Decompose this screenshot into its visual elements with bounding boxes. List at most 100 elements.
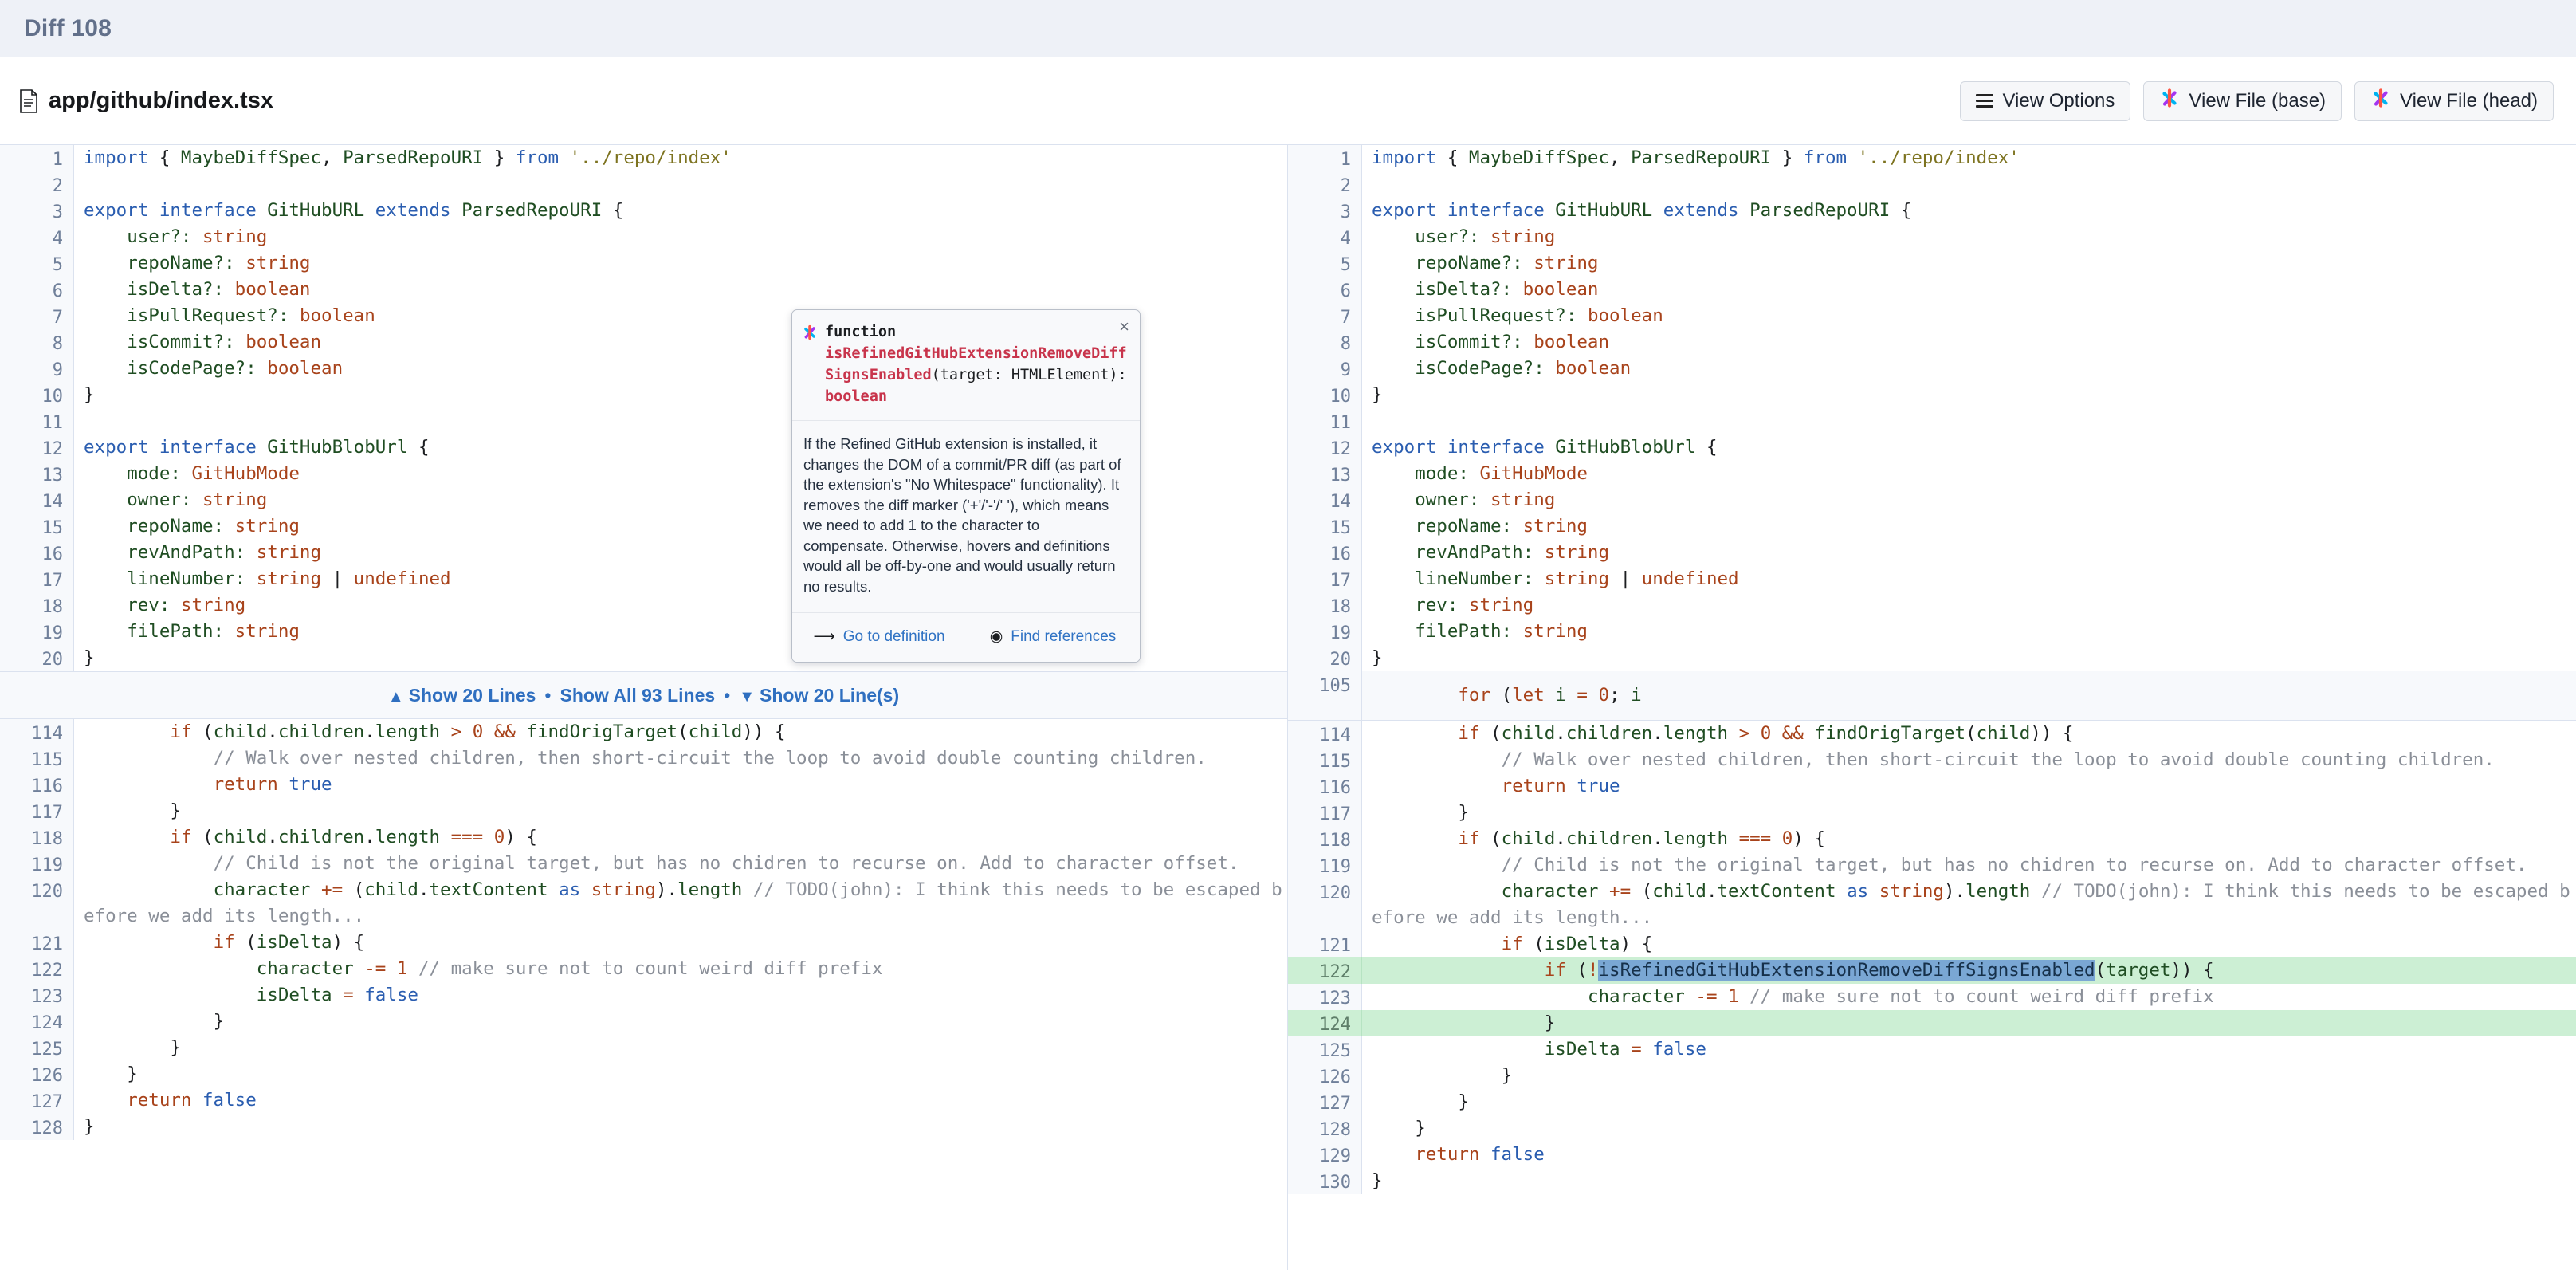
diff-pane-head[interactable]: 1 import { MaybeDiffSpec, ParsedRepoURI }… bbox=[1288, 145, 2576, 1270]
diff-line-row[interactable]: 1 import { MaybeDiffSpec, ParsedRepoURI }… bbox=[0, 145, 1287, 171]
diff-line-row[interactable]: 114 if (child.children.length > 0 && fin… bbox=[0, 719, 1287, 745]
code-line[interactable]: } bbox=[1362, 1115, 2576, 1142]
code-line[interactable]: } bbox=[1362, 645, 2576, 671]
diff-line-row[interactable]: 15 repoName: string bbox=[1288, 513, 2576, 540]
code-line[interactable]: return false bbox=[74, 1087, 1287, 1114]
code-line[interactable]: if (child.children.length === 0) { bbox=[1362, 826, 2576, 852]
code-line[interactable]: } bbox=[1362, 1168, 2576, 1194]
code-line[interactable]: import { MaybeDiffSpec, ParsedRepoURI } … bbox=[74, 145, 1287, 171]
diff-line-row[interactable]: 120 character += (child.textContent as s… bbox=[1288, 879, 2576, 931]
code-line[interactable]: character += (child.textContent as strin… bbox=[1362, 879, 2576, 931]
code-line[interactable]: import { MaybeDiffSpec, ParsedRepoURI } … bbox=[1362, 145, 2576, 171]
go-to-definition-button[interactable]: ⟶ Go to definition bbox=[792, 627, 966, 646]
code-line[interactable]: repoName: string bbox=[1362, 513, 2576, 540]
diff-line-row[interactable]: 18 rev: string bbox=[1288, 592, 2576, 619]
show-lines-up-link[interactable]: ▲ Show 20 Lines bbox=[388, 685, 536, 706]
diff-line-row[interactable]: 4 user?: string bbox=[1288, 224, 2576, 250]
code-line[interactable]: if (child.children.length > 0 && findOri… bbox=[74, 719, 1287, 745]
diff-line-row[interactable]: 130} bbox=[1288, 1168, 2576, 1194]
code-line[interactable]: return true bbox=[1362, 773, 2576, 800]
diff-line-row[interactable]: 118 if (child.children.length === 0) { bbox=[1288, 826, 2576, 852]
hunk-expander[interactable]: ▲ Show 20 Lines • Show All 93 Lines • ▼ Show 2… bbox=[0, 671, 1287, 719]
code-line[interactable]: isDelta?: boolean bbox=[74, 277, 1287, 303]
code-line[interactable]: rev: string bbox=[1362, 592, 2576, 619]
diff-line-row[interactable]: 122 character -= 1 // make sure not to c… bbox=[0, 956, 1287, 982]
code-line[interactable]: character -= 1 // make sure not to count… bbox=[1362, 984, 2576, 1010]
code-line[interactable]: lineNumber: string | undefined bbox=[1362, 566, 2576, 592]
diff-line-row[interactable]: 122 if (!isRefinedGitHubExtensionRemoveD… bbox=[1288, 957, 2576, 984]
code-line[interactable]: export interface GitHubBlobUrl { bbox=[1362, 434, 2576, 461]
code-line[interactable] bbox=[74, 171, 1287, 198]
code-line[interactable]: if (!isRefinedGitHubExtensionRemoveDiffS… bbox=[1362, 957, 2576, 984]
code-line[interactable]: } bbox=[1362, 382, 2576, 408]
diff-line-row[interactable]: 124 } bbox=[0, 1009, 1287, 1035]
diff-line-row[interactable]: 8 isCommit?: boolean bbox=[1288, 329, 2576, 356]
diff-line-row[interactable]: 119 // Child is not the original target,… bbox=[0, 851, 1287, 877]
code-line[interactable] bbox=[1362, 408, 2576, 434]
code-line[interactable]: } bbox=[74, 1114, 1287, 1140]
diff-line-row[interactable]: 128 } bbox=[1288, 1115, 2576, 1142]
diff-line-row[interactable]: 6 isDelta?: boolean bbox=[1288, 277, 2576, 303]
diff-line-row[interactable]: 6 isDelta?: boolean bbox=[0, 277, 1287, 303]
code-line[interactable]: mode: GitHubMode bbox=[1362, 461, 2576, 487]
collapsed-hunk-row[interactable]: 105 for (let i = 0; i bbox=[1288, 671, 2576, 721]
diff-line-row[interactable]: 20} bbox=[1288, 645, 2576, 671]
show-all-lines-link[interactable]: Show All 93 Lines bbox=[560, 685, 715, 706]
code-line[interactable]: character += (child.textContent as strin… bbox=[74, 877, 1287, 930]
code-line[interactable]: } bbox=[1362, 800, 2576, 826]
view-file-head-button[interactable]: View File (head) bbox=[2354, 81, 2554, 121]
code-line[interactable]: // Walk over nested children, then short… bbox=[1362, 747, 2576, 773]
diff-line-row[interactable]: 116 return true bbox=[0, 772, 1287, 798]
diff-line-row[interactable]: 3 export interface GitHubURL extends Pars… bbox=[0, 198, 1287, 224]
code-line[interactable]: revAndPath: string bbox=[1362, 540, 2576, 566]
diff-line-row[interactable]: 127 } bbox=[1288, 1089, 2576, 1115]
code-line[interactable]: isCodePage?: boolean bbox=[1362, 356, 2576, 382]
code-line[interactable]: return true bbox=[74, 772, 1287, 798]
show-lines-down-link[interactable]: ▼ Show 20 Line(s) bbox=[739, 685, 899, 706]
code-line[interactable]: user?: string bbox=[74, 224, 1287, 250]
diff-line-row[interactable]: 120 character += (child.textContent as s… bbox=[0, 877, 1287, 930]
diff-line-row[interactable]: 4 user?: string bbox=[0, 224, 1287, 250]
diff-line-row[interactable]: 117 } bbox=[0, 798, 1287, 824]
diff-line-row[interactable]: 11 bbox=[1288, 408, 2576, 434]
view-file-base-button[interactable]: View File (base) bbox=[2143, 81, 2342, 121]
code-line[interactable]: character -= 1 // make sure not to count… bbox=[74, 956, 1287, 982]
close-icon[interactable]: × bbox=[1119, 318, 1129, 336]
diff-line-row[interactable]: 125 } bbox=[0, 1035, 1287, 1061]
diff-line-row[interactable]: 2 bbox=[1288, 171, 2576, 198]
diff-line-row[interactable]: 126 } bbox=[1288, 1063, 2576, 1089]
code-line[interactable]: // Walk over nested children, then short… bbox=[74, 745, 1287, 772]
code-line[interactable]: if (child.children.length > 0 && findOri… bbox=[1362, 721, 2576, 747]
hover-popover[interactable]: function isRefinedGitHubExtensionRemoveD… bbox=[791, 309, 1141, 663]
code-line[interactable]: isPullRequest?: boolean bbox=[1362, 303, 2576, 329]
diff-line-row[interactable]: 115 // Walk over nested children, then s… bbox=[1288, 747, 2576, 773]
view-options-button[interactable]: View Options bbox=[1960, 81, 2131, 121]
diff-line-row[interactable]: 5 repoName?: string bbox=[0, 250, 1287, 277]
code-line[interactable] bbox=[1362, 171, 2576, 198]
code-line[interactable]: filePath: string bbox=[1362, 619, 2576, 645]
code-line[interactable]: if (isDelta) { bbox=[1362, 931, 2576, 957]
code-line[interactable]: isDelta?: boolean bbox=[1362, 277, 2576, 303]
diff-line-row[interactable]: 123 isDelta = false bbox=[0, 982, 1287, 1009]
diff-line-row[interactable]: 124 } bbox=[1288, 1010, 2576, 1036]
code-line[interactable]: } bbox=[74, 1035, 1287, 1061]
code-line[interactable]: } bbox=[1362, 1010, 2576, 1036]
diff-line-row[interactable]: 13 mode: GitHubMode bbox=[1288, 461, 2576, 487]
code-line[interactable]: isDelta = false bbox=[1362, 1036, 2576, 1063]
diff-line-row[interactable]: 5 repoName?: string bbox=[1288, 250, 2576, 277]
code-line[interactable]: } bbox=[74, 1061, 1287, 1087]
code-line[interactable]: export interface GitHubURL extends Parse… bbox=[74, 198, 1287, 224]
diff-line-row[interactable]: 123 character -= 1 // make sure not to c… bbox=[1288, 984, 2576, 1010]
diff-line-row[interactable]: 128} bbox=[0, 1114, 1287, 1140]
diff-line-row[interactable]: 119 // Child is not the original target,… bbox=[1288, 852, 2576, 879]
diff-line-row[interactable]: 14 owner: string bbox=[1288, 487, 2576, 513]
code-line[interactable]: if (isDelta) { bbox=[74, 930, 1287, 956]
diff-line-row[interactable]: 7 isPullRequest?: boolean bbox=[1288, 303, 2576, 329]
code-line[interactable]: } bbox=[1362, 1089, 2576, 1115]
diff-line-row[interactable]: 1 import { MaybeDiffSpec, ParsedRepoURI }… bbox=[1288, 145, 2576, 171]
find-references-button[interactable]: ◉ Find references bbox=[966, 627, 1140, 646]
code-line[interactable]: user?: string bbox=[1362, 224, 2576, 250]
code-line[interactable]: } bbox=[74, 798, 1287, 824]
code-line[interactable]: repoName?: string bbox=[1362, 250, 2576, 277]
code-line[interactable]: // Child is not the original target, but… bbox=[1362, 852, 2576, 879]
